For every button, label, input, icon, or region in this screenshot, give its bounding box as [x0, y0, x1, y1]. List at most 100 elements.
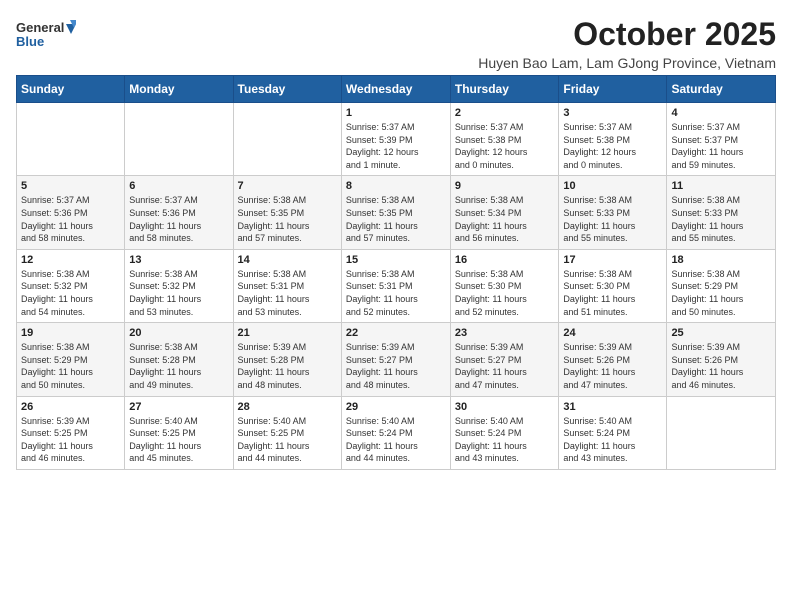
logo: General Blue — [16, 16, 76, 56]
svg-text:General: General — [16, 20, 64, 35]
location-subtitle: Huyen Bao Lam, Lam GJong Province, Vietn… — [76, 55, 776, 71]
day-number: 8 — [346, 180, 446, 192]
calendar-week-1: 1Sunrise: 5:37 AM Sunset: 5:39 PM Daylig… — [17, 103, 776, 176]
day-info: Sunrise: 5:40 AM Sunset: 5:24 PM Dayligh… — [455, 415, 555, 465]
day-info: Sunrise: 5:38 AM Sunset: 5:30 PM Dayligh… — [563, 268, 662, 318]
calendar-cell: 24 Sunrise: 5:39 AM Sunset: 5:26 PM Dayli… — [559, 323, 667, 396]
calendar-cell — [667, 396, 776, 469]
calendar-cell: 12 Sunrise: 5:38 AM Sunset: 5:32 PM Dayli… — [17, 249, 125, 322]
day-info: Sunrise: 5:39 AM Sunset: 5:28 PM Dayligh… — [238, 341, 337, 391]
day-number: 5 — [21, 180, 120, 192]
day-number: 26 — [21, 401, 120, 413]
calendar-cell: 18Sunrise: 5:38 AM Sunset: 5:29 PM Dayli… — [667, 249, 776, 322]
day-info: Sunrise: 5:37 AM Sunset: 5:39 PM Dayligh… — [346, 121, 446, 171]
month-title: October 2025 — [76, 16, 776, 53]
day-number: 23 — [455, 327, 555, 339]
day-info: Sunrise: 5:37 AM Sunset: 5:38 PM Dayligh… — [455, 121, 555, 171]
weekday-header-monday: Monday — [125, 76, 233, 103]
day-number: 17 — [563, 254, 662, 266]
calendar-cell: 6Sunrise: 5:37 AM Sunset: 5:36 PM Daylig… — [125, 176, 233, 249]
calendar-cell: 7 Sunrise: 5:38 AM Sunset: 5:35 PM Daylig… — [233, 176, 341, 249]
day-info: Sunrise: 5:40 AM Sunset: 5:24 PM Dayligh… — [563, 415, 662, 465]
calendar-cell: 25 Sunrise: 5:39 AM Sunset: 5:26 PM Dayli… — [667, 323, 776, 396]
weekday-header-saturday: Saturday — [667, 76, 776, 103]
day-info: Sunrise: 5:38 AM Sunset: 5:32 PM Dayligh… — [21, 268, 120, 318]
page-header: General Blue October 2025 Huyen Bao Lam,… — [16, 16, 776, 71]
calendar-cell: 26 Sunrise: 5:39 AM Sunset: 5:25 PM Dayli… — [17, 396, 125, 469]
day-number: 13 — [129, 254, 228, 266]
day-info: Sunrise: 5:38 AM Sunset: 5:29 PM Dayligh… — [671, 268, 771, 318]
calendar-cell: 3 Sunrise: 5:37 AM Sunset: 5:38 PM Daylig… — [559, 103, 667, 176]
weekday-header-friday: Friday — [559, 76, 667, 103]
day-info: Sunrise: 5:38 AM Sunset: 5:31 PM Dayligh… — [346, 268, 446, 318]
calendar-table: SundayMondayTuesdayWednesdayThursdayFrid… — [16, 75, 776, 470]
calendar-cell: 16 Sunrise: 5:38 AM Sunset: 5:30 PM Dayli… — [450, 249, 559, 322]
calendar-cell: 2Sunrise: 5:37 AM Sunset: 5:38 PM Daylig… — [450, 103, 559, 176]
day-info: Sunrise: 5:38 AM Sunset: 5:32 PM Dayligh… — [129, 268, 228, 318]
day-number: 27 — [129, 401, 228, 413]
day-info: Sunrise: 5:39 AM Sunset: 5:26 PM Dayligh… — [671, 341, 771, 391]
title-section: October 2025 Huyen Bao Lam, Lam GJong Pr… — [76, 16, 776, 71]
day-info: Sunrise: 5:38 AM Sunset: 5:30 PM Dayligh… — [455, 268, 555, 318]
day-number: 31 — [563, 401, 662, 413]
day-info: Sunrise: 5:37 AM Sunset: 5:38 PM Dayligh… — [563, 121, 662, 171]
day-number: 30 — [455, 401, 555, 413]
day-info: Sunrise: 5:39 AM Sunset: 5:26 PM Dayligh… — [563, 341, 662, 391]
calendar-week-4: 19Sunrise: 5:38 AM Sunset: 5:29 PM Dayli… — [17, 323, 776, 396]
calendar-cell: 22Sunrise: 5:39 AM Sunset: 5:27 PM Dayli… — [341, 323, 450, 396]
day-info: Sunrise: 5:40 AM Sunset: 5:25 PM Dayligh… — [129, 415, 228, 465]
calendar-cell: 17 Sunrise: 5:38 AM Sunset: 5:30 PM Dayli… — [559, 249, 667, 322]
calendar-cell — [17, 103, 125, 176]
calendar-cell: 10 Sunrise: 5:38 AM Sunset: 5:33 PM Dayli… — [559, 176, 667, 249]
svg-text:Blue: Blue — [16, 34, 44, 49]
calendar-cell: 15 Sunrise: 5:38 AM Sunset: 5:31 PM Dayli… — [341, 249, 450, 322]
day-number: 19 — [21, 327, 120, 339]
day-number: 11 — [671, 180, 771, 192]
day-info: Sunrise: 5:37 AM Sunset: 5:36 PM Dayligh… — [129, 194, 228, 244]
day-number: 24 — [563, 327, 662, 339]
day-info: Sunrise: 5:39 AM Sunset: 5:27 PM Dayligh… — [455, 341, 555, 391]
day-number: 12 — [21, 254, 120, 266]
day-info: Sunrise: 5:40 AM Sunset: 5:25 PM Dayligh… — [238, 415, 337, 465]
weekday-header-row: SundayMondayTuesdayWednesdayThursdayFrid… — [17, 76, 776, 103]
calendar-cell: 27 Sunrise: 5:40 AM Sunset: 5:25 PM Dayli… — [125, 396, 233, 469]
day-number: 29 — [346, 401, 446, 413]
day-info: Sunrise: 5:38 AM Sunset: 5:33 PM Dayligh… — [563, 194, 662, 244]
weekday-header-thursday: Thursday — [450, 76, 559, 103]
calendar-cell: 11Sunrise: 5:38 AM Sunset: 5:33 PM Dayli… — [667, 176, 776, 249]
calendar-cell: 20Sunrise: 5:38 AM Sunset: 5:28 PM Dayli… — [125, 323, 233, 396]
day-number: 9 — [455, 180, 555, 192]
day-info: Sunrise: 5:37 AM Sunset: 5:36 PM Dayligh… — [21, 194, 120, 244]
logo-icon: General Blue — [16, 16, 76, 56]
day-number: 10 — [563, 180, 662, 192]
weekday-header-tuesday: Tuesday — [233, 76, 341, 103]
day-number: 20 — [129, 327, 228, 339]
calendar-cell: 9 Sunrise: 5:38 AM Sunset: 5:34 PM Daylig… — [450, 176, 559, 249]
day-number: 16 — [455, 254, 555, 266]
day-info: Sunrise: 5:38 AM Sunset: 5:35 PM Dayligh… — [238, 194, 337, 244]
day-number: 3 — [563, 107, 662, 119]
day-info: Sunrise: 5:40 AM Sunset: 5:24 PM Dayligh… — [346, 415, 446, 465]
calendar-week-3: 12 Sunrise: 5:38 AM Sunset: 5:32 PM Dayli… — [17, 249, 776, 322]
day-info: Sunrise: 5:39 AM Sunset: 5:27 PM Dayligh… — [346, 341, 446, 391]
calendar-cell: 8 Sunrise: 5:38 AM Sunset: 5:35 PM Daylig… — [341, 176, 450, 249]
day-number: 28 — [238, 401, 337, 413]
day-info: Sunrise: 5:38 AM Sunset: 5:35 PM Dayligh… — [346, 194, 446, 244]
calendar-cell: 1Sunrise: 5:37 AM Sunset: 5:39 PM Daylig… — [341, 103, 450, 176]
day-info: Sunrise: 5:38 AM Sunset: 5:31 PM Dayligh… — [238, 268, 337, 318]
calendar-cell: 31 Sunrise: 5:40 AM Sunset: 5:24 PM Dayli… — [559, 396, 667, 469]
calendar-cell: 21Sunrise: 5:39 AM Sunset: 5:28 PM Dayli… — [233, 323, 341, 396]
day-number: 15 — [346, 254, 446, 266]
calendar-cell — [125, 103, 233, 176]
calendar-cell: 5 Sunrise: 5:37 AM Sunset: 5:36 PM Daylig… — [17, 176, 125, 249]
calendar-cell: 19Sunrise: 5:38 AM Sunset: 5:29 PM Dayli… — [17, 323, 125, 396]
weekday-header-wednesday: Wednesday — [341, 76, 450, 103]
calendar-week-2: 5 Sunrise: 5:37 AM Sunset: 5:36 PM Daylig… — [17, 176, 776, 249]
day-info: Sunrise: 5:39 AM Sunset: 5:25 PM Dayligh… — [21, 415, 120, 465]
calendar-cell: 4Sunrise: 5:37 AM Sunset: 5:37 PM Daylig… — [667, 103, 776, 176]
day-number: 7 — [238, 180, 337, 192]
day-info: Sunrise: 5:38 AM Sunset: 5:34 PM Dayligh… — [455, 194, 555, 244]
day-number: 25 — [671, 327, 771, 339]
calendar-cell: 30 Sunrise: 5:40 AM Sunset: 5:24 PM Dayli… — [450, 396, 559, 469]
day-number: 14 — [238, 254, 337, 266]
